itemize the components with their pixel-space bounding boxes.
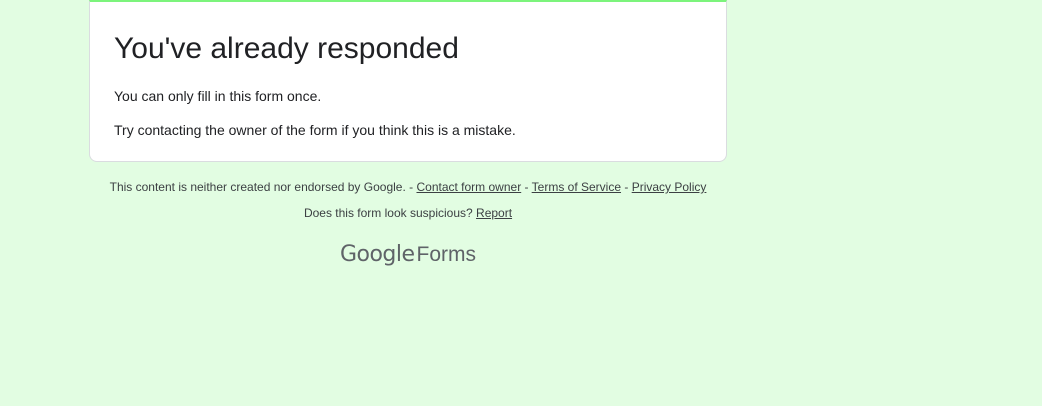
suspicious-text: Does this form look suspicious? xyxy=(303,206,473,220)
footer-suspicious-line: Does this form look suspicious? Report xyxy=(89,205,727,221)
privacy-policy-link[interactable]: Privacy Policy xyxy=(632,180,707,194)
google-wordmark: Google xyxy=(339,242,415,267)
separator: - xyxy=(621,180,632,194)
forms-wordmark: Forms xyxy=(416,243,477,266)
google-forms-logo[interactable]: GoogleForms xyxy=(89,240,727,269)
terms-of-service-link[interactable]: Terms of Service xyxy=(532,180,621,194)
single-response-message: You can only fill in this form once. xyxy=(114,88,322,104)
disclaimer-text: This content is neither created nor endo… xyxy=(109,180,406,194)
response-card: You've already responded You can only fi… xyxy=(89,0,727,162)
footer-disclaimer-line: This content is neither created nor endo… xyxy=(89,179,727,195)
contact-owner-message: Try contacting the owner of the form if … xyxy=(114,122,516,138)
separator: - xyxy=(405,180,417,194)
page-title: You've already responded xyxy=(114,32,459,65)
report-link[interactable]: Report xyxy=(476,206,512,220)
contact-form-owner-link[interactable]: Contact form owner xyxy=(416,180,521,194)
separator: - xyxy=(521,180,532,194)
